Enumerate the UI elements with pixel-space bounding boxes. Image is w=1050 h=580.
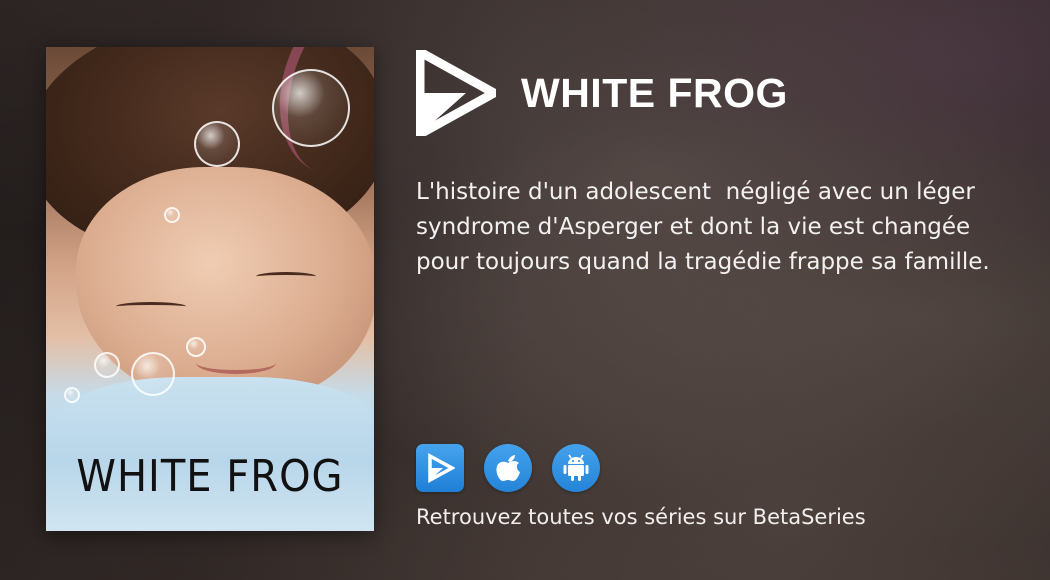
poster-image: WHITE FROG: [46, 47, 374, 531]
poster-mouth: [196, 352, 276, 374]
poster-bubble: [186, 337, 206, 357]
poster-bubble: [272, 69, 350, 147]
betaseries-web-icon[interactable]: [416, 444, 464, 492]
poster-right-eye: [256, 272, 316, 281]
poster-title: WHITE FROG: [76, 452, 344, 502]
poster-bubble: [64, 387, 80, 403]
apple-icon[interactable]: [484, 444, 532, 492]
betaseries-tagline[interactable]: Retrouvez toutes vos séries sur BetaSeri…: [416, 505, 866, 529]
poster-bubble: [94, 352, 120, 378]
show-description: L'histoire d'un adolescent négligé avec …: [416, 179, 990, 275]
poster-bubble: [131, 352, 175, 396]
poster-bubble: [164, 207, 180, 223]
android-icon[interactable]: [552, 444, 600, 492]
poster-bubble: [194, 121, 240, 167]
show-title: WHITE FROG: [521, 70, 788, 116]
betaseries-logo-icon[interactable]: [415, 44, 504, 142]
app-links: [416, 444, 600, 492]
poster-left-eye: [116, 302, 186, 311]
